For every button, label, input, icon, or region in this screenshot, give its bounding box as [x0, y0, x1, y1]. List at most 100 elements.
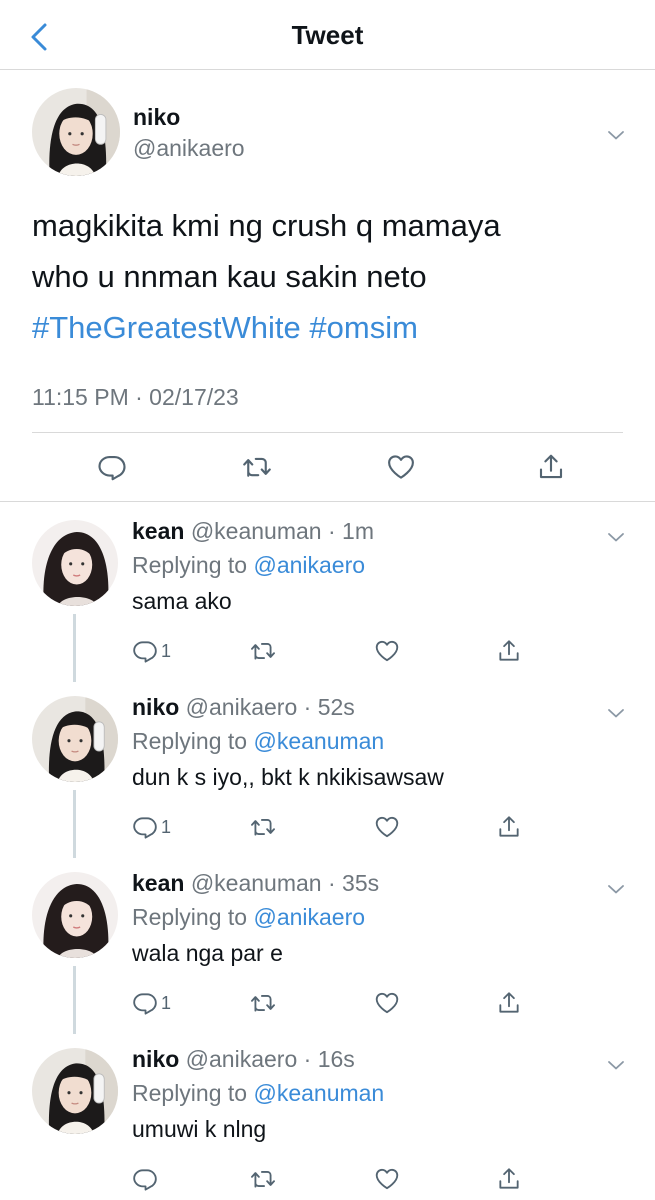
reply-count: 1: [161, 640, 172, 661]
author-name[interactable]: kean: [132, 870, 184, 896]
divider: [32, 432, 623, 433]
profile-photo: [32, 88, 120, 176]
top-navigation-bar: Tweet: [0, 0, 655, 70]
share-icon: [496, 814, 522, 840]
author-handle[interactable]: @keanuman: [191, 518, 322, 544]
main-tweet: niko @anikaero magkikita kmi ng crush q …: [0, 70, 655, 502]
retweet-icon: [250, 814, 276, 840]
reply-icon: [97, 452, 127, 482]
replying-to: Replying to @anikaero: [132, 552, 365, 579]
reply-icon: [132, 1166, 158, 1192]
replying-to: Replying to @keanuman: [132, 1080, 384, 1107]
chevron-down-icon: [604, 525, 628, 549]
reply-actions: 1: [132, 987, 532, 1019]
retweet-button[interactable]: [250, 987, 276, 1019]
avatar[interactable]: [32, 88, 120, 176]
author-name[interactable]: kean: [132, 518, 184, 544]
reply-tweet[interactable]: niko @anikaero · 16s Replying to @keanum…: [0, 1030, 655, 1200]
author-name[interactable]: niko: [132, 1046, 179, 1072]
profile-photo: [32, 696, 118, 782]
reply-actions: [132, 1163, 532, 1195]
reply-button[interactable]: 1: [132, 987, 171, 1019]
retweet-icon: [250, 1166, 276, 1192]
share-button[interactable]: [496, 987, 522, 1019]
hashtag-line: #TheGreatestWhite #omsim: [32, 302, 632, 353]
reply-time: 1m: [342, 518, 374, 544]
author-handle[interactable]: @anikaero: [186, 1046, 298, 1072]
reply-button[interactable]: [92, 447, 132, 487]
retweet-icon: [250, 638, 276, 664]
share-icon: [536, 452, 566, 482]
like-icon: [374, 638, 400, 664]
retweet-button[interactable]: [250, 1163, 276, 1195]
like-icon: [374, 990, 400, 1016]
author-handle[interactable]: @anikaero: [186, 694, 298, 720]
chevron-down-icon: [604, 123, 628, 147]
retweet-icon: [242, 452, 272, 482]
hashtag-link[interactable]: #omsim: [309, 310, 418, 345]
reply-actions: 1: [132, 811, 532, 843]
avatar[interactable]: [32, 520, 118, 606]
avatar[interactable]: [32, 696, 118, 782]
page-title: Tweet: [291, 20, 364, 50]
reply-text: sama ako: [132, 588, 232, 614]
reply-button[interactable]: [132, 1163, 161, 1195]
retweet-icon: [250, 990, 276, 1016]
reply-tweet[interactable]: kean @keanuman · 1m Replying to @anikaer…: [0, 502, 655, 682]
reply-time: 52s: [317, 694, 355, 720]
reply-time: 16s: [317, 1046, 355, 1072]
more-options-button[interactable]: [604, 877, 628, 901]
more-options-button[interactable]: [604, 701, 628, 725]
reply-header: kean @keanuman · 1m: [132, 518, 374, 544]
profile-photo: [32, 1048, 118, 1134]
replying-label: Replying to: [132, 1080, 248, 1106]
share-button[interactable]: [496, 1163, 522, 1195]
retweet-button[interactable]: [250, 635, 276, 667]
chevron-down-icon: [604, 701, 628, 725]
like-button[interactable]: [374, 1163, 400, 1195]
replying-label: Replying to: [132, 904, 248, 930]
reply-button[interactable]: 1: [132, 811, 171, 843]
chevron-down-icon: [604, 1053, 628, 1077]
author-handle[interactable]: @anikaero: [133, 135, 245, 162]
mention-link[interactable]: @keanuman: [253, 728, 384, 754]
share-button[interactable]: [496, 635, 522, 667]
like-button[interactable]: [374, 635, 400, 667]
more-options-button[interactable]: [604, 123, 628, 147]
avatar[interactable]: [32, 1048, 118, 1134]
reply-count: 1: [161, 992, 172, 1013]
chevron-down-icon: [604, 877, 628, 901]
hashtag-link[interactable]: #TheGreatestWhite: [32, 310, 301, 345]
reply-text: wala nga par e: [132, 940, 283, 966]
more-options-button[interactable]: [604, 525, 628, 549]
reply-text: umuwi k nlng: [132, 1116, 267, 1142]
tweet-text-line: who u nnman kau sakin neto: [32, 259, 427, 294]
share-icon: [496, 638, 522, 664]
share-icon: [496, 990, 522, 1016]
like-button[interactable]: [374, 811, 400, 843]
reply-tweet[interactable]: niko @anikaero · 52s Replying to @keanum…: [0, 678, 655, 858]
like-icon: [374, 814, 400, 840]
tweet-text-line: magkikita kmi ng crush q mamaya: [32, 208, 501, 243]
replying-label: Replying to: [132, 728, 248, 754]
like-button[interactable]: [381, 447, 421, 487]
retweet-button[interactable]: [250, 811, 276, 843]
author-name[interactable]: niko: [132, 694, 179, 720]
reply-button[interactable]: 1: [132, 635, 171, 667]
mention-link[interactable]: @anikaero: [253, 904, 365, 930]
tweet-text: magkikita kmi ng crush q mamaya who u nn…: [32, 200, 632, 353]
reply-icon: [132, 814, 158, 840]
share-button[interactable]: [496, 811, 522, 843]
avatar[interactable]: [32, 872, 118, 958]
reply-tweet[interactable]: kean @keanuman · 35s Replying to @anikae…: [0, 854, 655, 1034]
share-button[interactable]: [531, 447, 571, 487]
reply-text: dun k s iyo,, bkt k nkikisawsaw: [132, 764, 444, 790]
mention-link[interactable]: @anikaero: [253, 552, 365, 578]
like-button[interactable]: [374, 987, 400, 1019]
author-handle[interactable]: @keanuman: [191, 870, 322, 896]
reply-header: niko @anikaero · 52s: [132, 694, 355, 720]
retweet-button[interactable]: [237, 447, 277, 487]
author-name[interactable]: niko: [133, 104, 180, 131]
mention-link[interactable]: @keanuman: [253, 1080, 384, 1106]
more-options-button[interactable]: [604, 1053, 628, 1077]
